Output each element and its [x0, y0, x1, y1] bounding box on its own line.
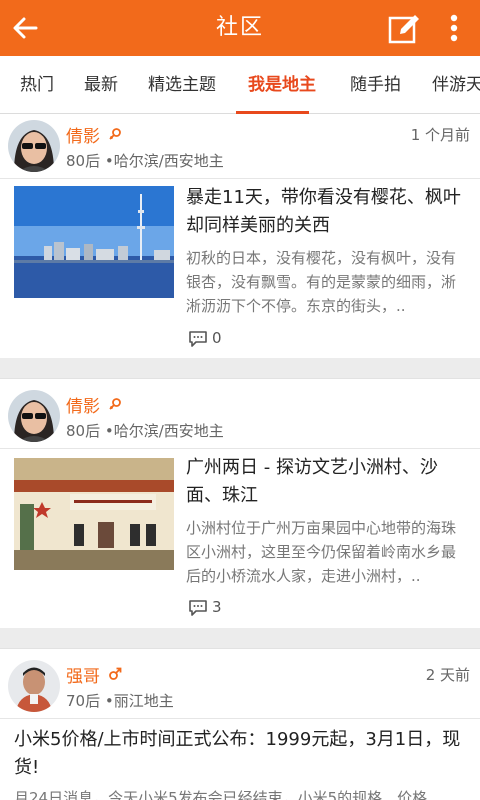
tab-snapshot[interactable]: 随手拍 — [350, 56, 401, 113]
post-card[interactable]: 倩影 80后 •哈尔滨/西安地主 1 个月前 暴走11天，带你看没有樱花、枫叶却… — [0, 114, 480, 358]
post-summary: 初秋的日本，没有樱花，没有枫叶，没有银杏，没有飘雪。有的是蒙蒙的细雨，淅淅沥沥下… — [186, 249, 457, 315]
username[interactable]: 倩影 — [66, 392, 100, 417]
male-gender-icon — [109, 667, 122, 680]
tab-hot[interactable]: 热门 — [20, 56, 54, 113]
post-title[interactable]: 暴走11天，带你看没有樱花、枫叶却同样美丽的关西 — [186, 184, 468, 240]
user-meta: 70后 •丽江地主 — [66, 692, 174, 710]
username[interactable]: 倩影 — [66, 122, 100, 147]
post-title[interactable]: 小米5价格/上市时间正式公布：1999元起，3月1日，现货! — [14, 726, 470, 782]
divider — [0, 178, 480, 179]
top-app-bar: 社区 — [0, 0, 480, 56]
post-time: 1 个月前 — [410, 126, 470, 144]
female-gender-icon — [109, 128, 121, 140]
divider — [0, 448, 480, 449]
user-meta: 80后 •哈尔滨/西安地主 — [66, 422, 224, 440]
category-tabs: 热门 最新 精选主题 我是地主 随手拍 伴游天 — [0, 56, 480, 114]
more-options-icon[interactable] — [440, 10, 468, 46]
comment-icon[interactable] — [188, 599, 208, 617]
post-summary: 小洲村位于广州万亩果园中心地带的海珠区小洲村，这里至今仍保留着岭南水乡最后的小桥… — [186, 519, 457, 585]
post-card[interactable]: 倩影 80后 •哈尔滨/西安地主 广州两日 - 探访文艺小洲村、沙面、珠江 小洲… — [0, 378, 480, 628]
post-thumbnail[interactable] — [14, 458, 174, 570]
username[interactable]: 强哥 — [66, 662, 100, 687]
compose-icon[interactable] — [386, 10, 422, 46]
comment-count: 0 — [212, 329, 222, 347]
avatar[interactable] — [8, 390, 60, 442]
tab-travel-companion[interactable]: 伴游天 — [432, 56, 480, 113]
comment-icon[interactable] — [188, 330, 208, 348]
post-title[interactable]: 广州两日 - 探访文艺小洲村、沙面、珠江 — [186, 454, 468, 510]
post-time: 2 天前 — [425, 666, 470, 684]
avatar[interactable] — [8, 660, 60, 712]
comment-count: 3 — [212, 598, 222, 616]
post-thumbnail[interactable] — [14, 186, 174, 298]
post-summary: 月24日消息，今天小米5发布会已经结束，小米5的规格、价格 — [14, 789, 428, 800]
post-card[interactable]: 强哥 70后 •丽江地主 2 天前 小米5价格/上市时间正式公布：1999元起，… — [0, 648, 480, 800]
divider — [0, 718, 480, 719]
divider — [0, 648, 480, 649]
avatar[interactable] — [8, 120, 60, 172]
tab-featured[interactable]: 精选主题 — [148, 56, 216, 113]
user-meta: 80后 •哈尔滨/西安地主 — [66, 152, 224, 170]
female-gender-icon — [109, 398, 121, 410]
tab-latest[interactable]: 最新 — [84, 56, 118, 113]
tab-local-host[interactable]: 我是地主 — [248, 56, 316, 113]
divider — [0, 378, 480, 379]
